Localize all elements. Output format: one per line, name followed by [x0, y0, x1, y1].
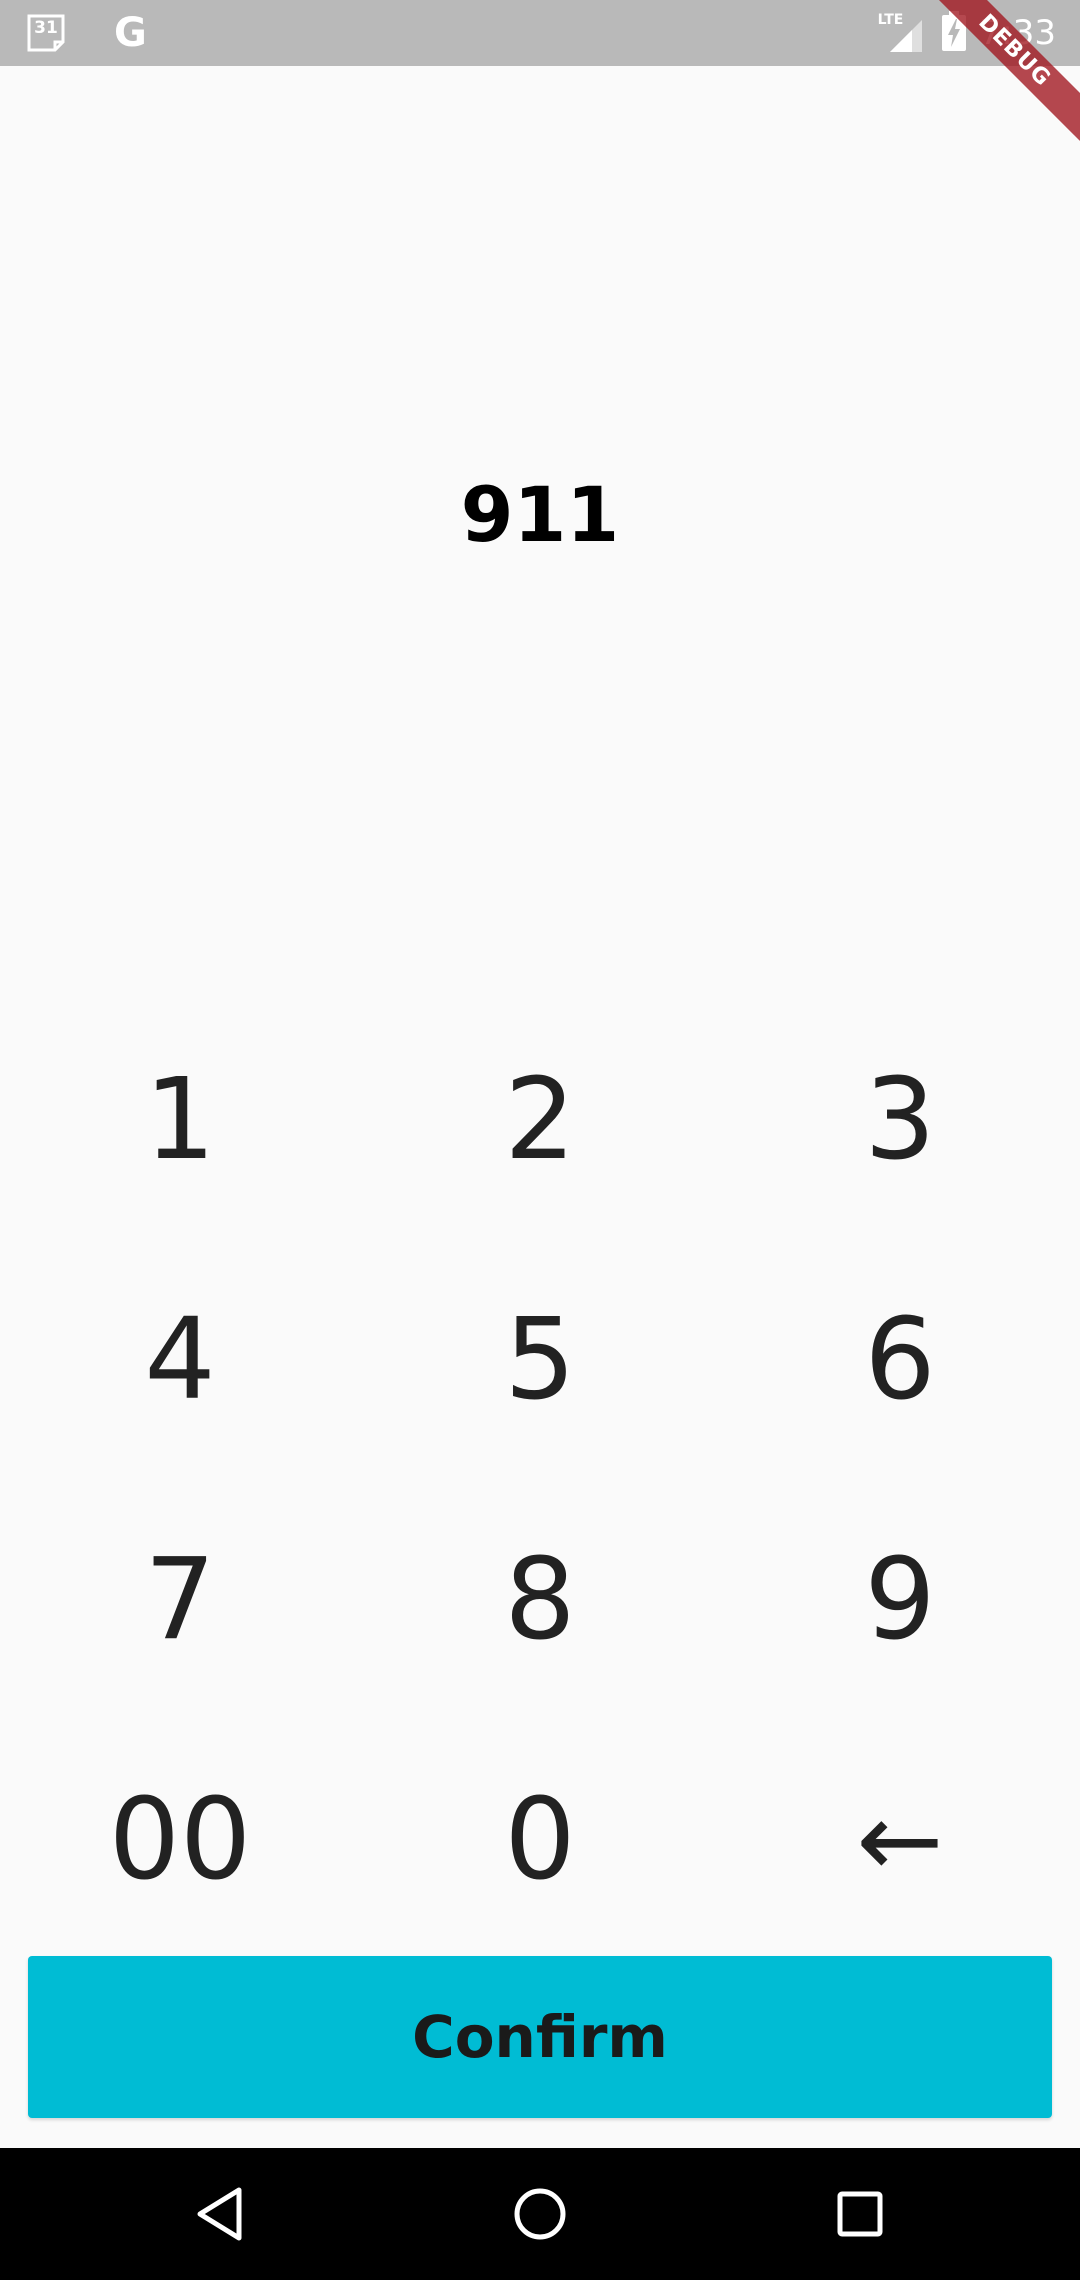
calendar-icon: 31 — [26, 13, 66, 53]
confirm-button[interactable]: Confirm — [28, 1956, 1052, 2118]
status-bar-notifications: 31 G — [26, 12, 147, 54]
backspace-arrow-icon[interactable]: ← — [720, 1720, 1080, 1960]
navigation-bar — [0, 2148, 1080, 2280]
phone-screen: 31 G LTE 7:33 DEBUG 911 1 2 3 4 5 6 7 8 … — [0, 0, 1080, 2280]
key-0[interactable]: 0 — [360, 1720, 720, 1960]
key-6[interactable]: 6 — [720, 1240, 1080, 1480]
status-bar-system: LTE 7:33 — [878, 10, 1056, 56]
status-time: 7:33 — [979, 13, 1056, 53]
key-3[interactable]: 3 — [720, 1000, 1080, 1240]
key-9[interactable]: 9 — [720, 1480, 1080, 1720]
key-1[interactable]: 1 — [0, 1000, 360, 1240]
back-triangle-icon[interactable] — [180, 2174, 260, 2254]
keypad: 1 2 3 4 5 6 7 8 9 00 0 ← — [0, 1000, 1080, 1905]
key-5[interactable]: 5 — [360, 1240, 720, 1480]
battery-charging-icon — [941, 11, 966, 55]
calendar-day-number: 31 — [34, 18, 58, 38]
home-circle-icon[interactable] — [500, 2174, 580, 2254]
google-icon: G — [114, 10, 147, 56]
key-00[interactable]: 00 — [0, 1720, 360, 1960]
key-8[interactable]: 8 — [360, 1480, 720, 1720]
signal-icon: LTE — [878, 10, 928, 56]
status-bar: 31 G LTE 7:33 — [0, 0, 1080, 66]
entered-number-display: 911 — [460, 470, 620, 559]
key-7[interactable]: 7 — [0, 1480, 360, 1720]
key-4[interactable]: 4 — [0, 1240, 360, 1480]
key-2[interactable]: 2 — [360, 1000, 720, 1240]
recents-square-icon[interactable] — [820, 2174, 900, 2254]
